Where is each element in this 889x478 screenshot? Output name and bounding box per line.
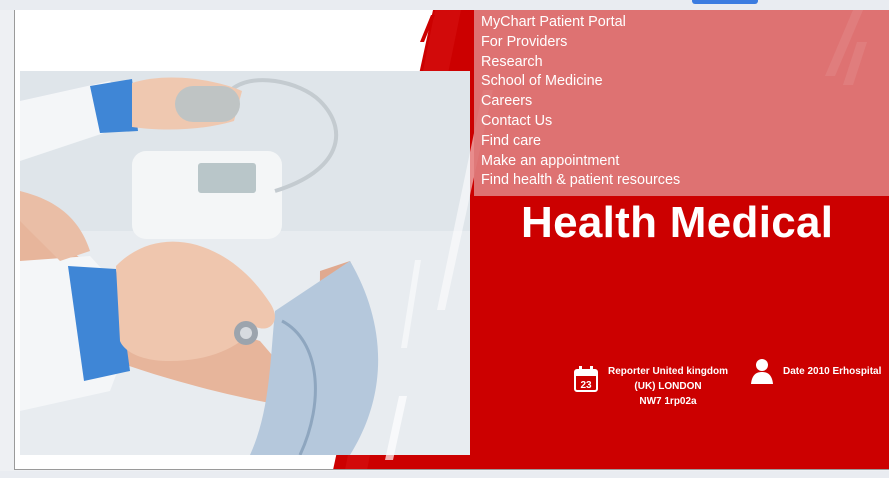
menu-item-appointment[interactable]: Make an appointment xyxy=(481,152,889,172)
medical-photo xyxy=(20,71,470,455)
reporter-text: Reporter United kingdom (UK) LONDON NW7 … xyxy=(608,364,728,409)
menu-item-resources[interactable]: Find health & patient resources xyxy=(481,171,889,191)
browser-top-bar xyxy=(0,0,889,10)
menu-item-find-care[interactable]: Find care xyxy=(481,132,889,152)
menu-item-contact[interactable]: Contact Us xyxy=(481,112,889,132)
menu-item-mychart[interactable]: MyChart Patient Portal xyxy=(481,13,889,33)
page-title: Health Medical xyxy=(521,198,834,247)
navigation-menu: MyChart Patient Portal For Providers Res… xyxy=(474,10,889,196)
reporter-info: 23 Reporter United kingdom (UK) LONDON N… xyxy=(574,364,728,409)
reporter-line-1: Reporter United kingdom xyxy=(608,366,729,377)
menu-list: MyChart Patient Portal For Providers Res… xyxy=(474,10,889,191)
calendar-icon: 23 xyxy=(574,366,598,392)
app-viewport: MyChart Patient Portal For Providers Res… xyxy=(0,0,889,478)
menu-item-research[interactable]: Research xyxy=(481,53,889,73)
date-text: Date 2010 Erhospital xyxy=(783,366,882,377)
calendar-day: 23 xyxy=(580,380,592,391)
bottom-bar xyxy=(0,471,889,478)
menu-item-careers[interactable]: Careers xyxy=(481,92,889,112)
menu-item-school[interactable]: School of Medicine xyxy=(481,72,889,92)
hero-slide: MyChart Patient Portal For Providers Res… xyxy=(14,10,889,470)
person-icon xyxy=(751,359,773,384)
reporter-line-3: NW7 1rp02a xyxy=(639,396,697,407)
top-bar-button[interactable] xyxy=(692,0,758,4)
reporter-line-2: (UK) LONDON xyxy=(634,381,702,392)
menu-item-providers[interactable]: For Providers xyxy=(481,33,889,53)
date-info: Date 2010 Erhospital xyxy=(751,358,881,384)
